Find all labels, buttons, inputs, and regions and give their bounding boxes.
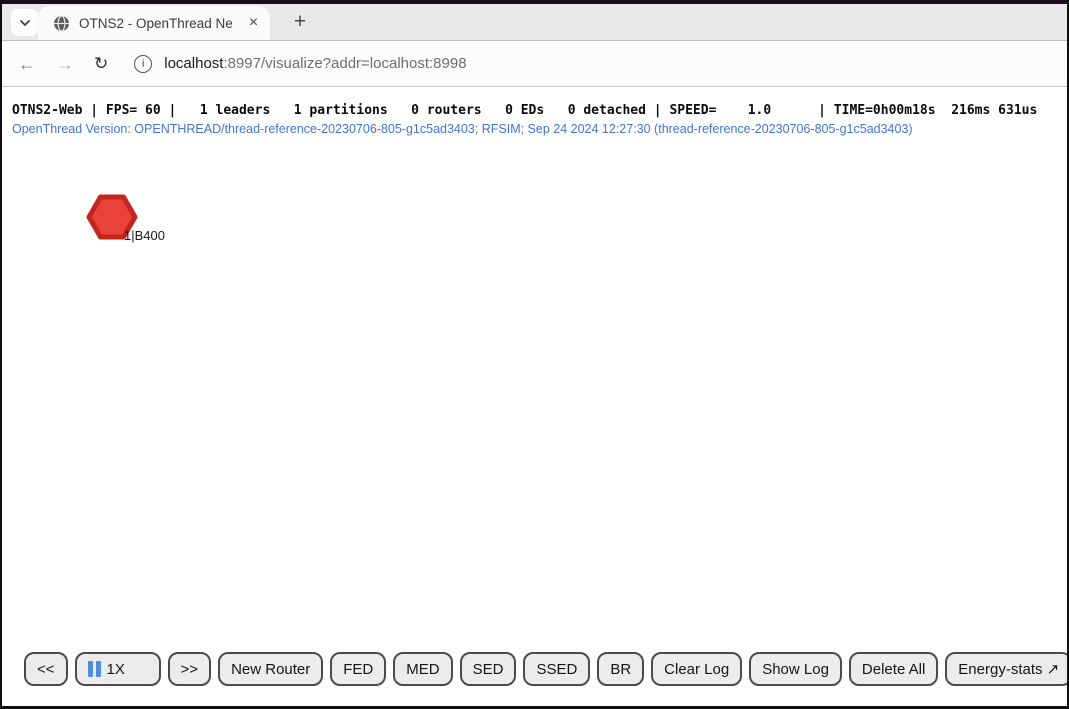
energy-stats-button[interactable]: Energy-stats ↗ — [945, 652, 1069, 686]
speed-label: 1X — [107, 661, 125, 678]
window-top-border — [0, 0, 1069, 4]
add-med-button[interactable]: MED — [393, 652, 452, 686]
pause-icon — [88, 661, 101, 677]
reload-icon[interactable]: ↻ — [94, 55, 108, 72]
browser-window: OTNS2 - OpenThread Ne × + ← → ↻ i localh… — [0, 0, 1069, 709]
url-input[interactable]: localhost:8997/visualize?addr=localhost:… — [164, 55, 466, 72]
add-sed-button[interactable]: SED — [460, 652, 517, 686]
url-host: localhost — [164, 55, 223, 72]
tab-search-button[interactable] — [11, 9, 38, 36]
add-br-button[interactable]: BR — [597, 652, 644, 686]
tab-close-icon[interactable]: × — [247, 13, 260, 33]
back-icon[interactable]: ← — [18, 55, 36, 73]
speed-backward-button[interactable]: << — [24, 652, 68, 686]
show-log-button[interactable]: Show Log — [749, 652, 842, 686]
new-tab-button[interactable]: + — [285, 7, 315, 37]
openthread-version-line: OpenThread Version: OPENTHREAD/thread-re… — [12, 122, 913, 136]
speed-forward-button[interactable]: >> — [168, 652, 212, 686]
site-info-icon[interactable]: i — [134, 55, 152, 73]
new-router-button[interactable]: New Router — [218, 652, 323, 686]
clear-log-button[interactable]: Clear Log — [651, 652, 742, 686]
simulation-toolbar: << 1X >> New Router FED MED SED SSED BR … — [24, 652, 1069, 686]
url-path: :8997/visualize?addr=localhost:8998 — [223, 55, 466, 72]
delete-all-button[interactable]: Delete All — [849, 652, 938, 686]
chevron-down-icon — [19, 19, 31, 27]
tab-otns2[interactable]: OTNS2 - OpenThread Ne × — [38, 6, 270, 40]
tab-bar: OTNS2 - OpenThread Ne × + — [2, 4, 1067, 40]
add-fed-button[interactable]: FED — [330, 652, 386, 686]
add-ssed-button[interactable]: SSED — [523, 652, 590, 686]
forward-icon[interactable]: → — [56, 55, 74, 73]
visualizer-canvas: OTNS2-Web | FPS= 60 | 1 leaders 1 partit… — [2, 88, 1067, 706]
node-label: 1|B400 — [124, 228, 165, 243]
pause-speed-button[interactable]: 1X — [75, 652, 161, 686]
tab-title: OTNS2 - OpenThread Ne — [79, 16, 239, 31]
address-bar: ← → ↻ i localhost:8997/visualize?addr=lo… — [2, 40, 1067, 87]
simulation-status-line: OTNS2-Web | FPS= 60 | 1 leaders 1 partit… — [12, 103, 1037, 118]
globe-favicon-icon — [53, 15, 70, 32]
